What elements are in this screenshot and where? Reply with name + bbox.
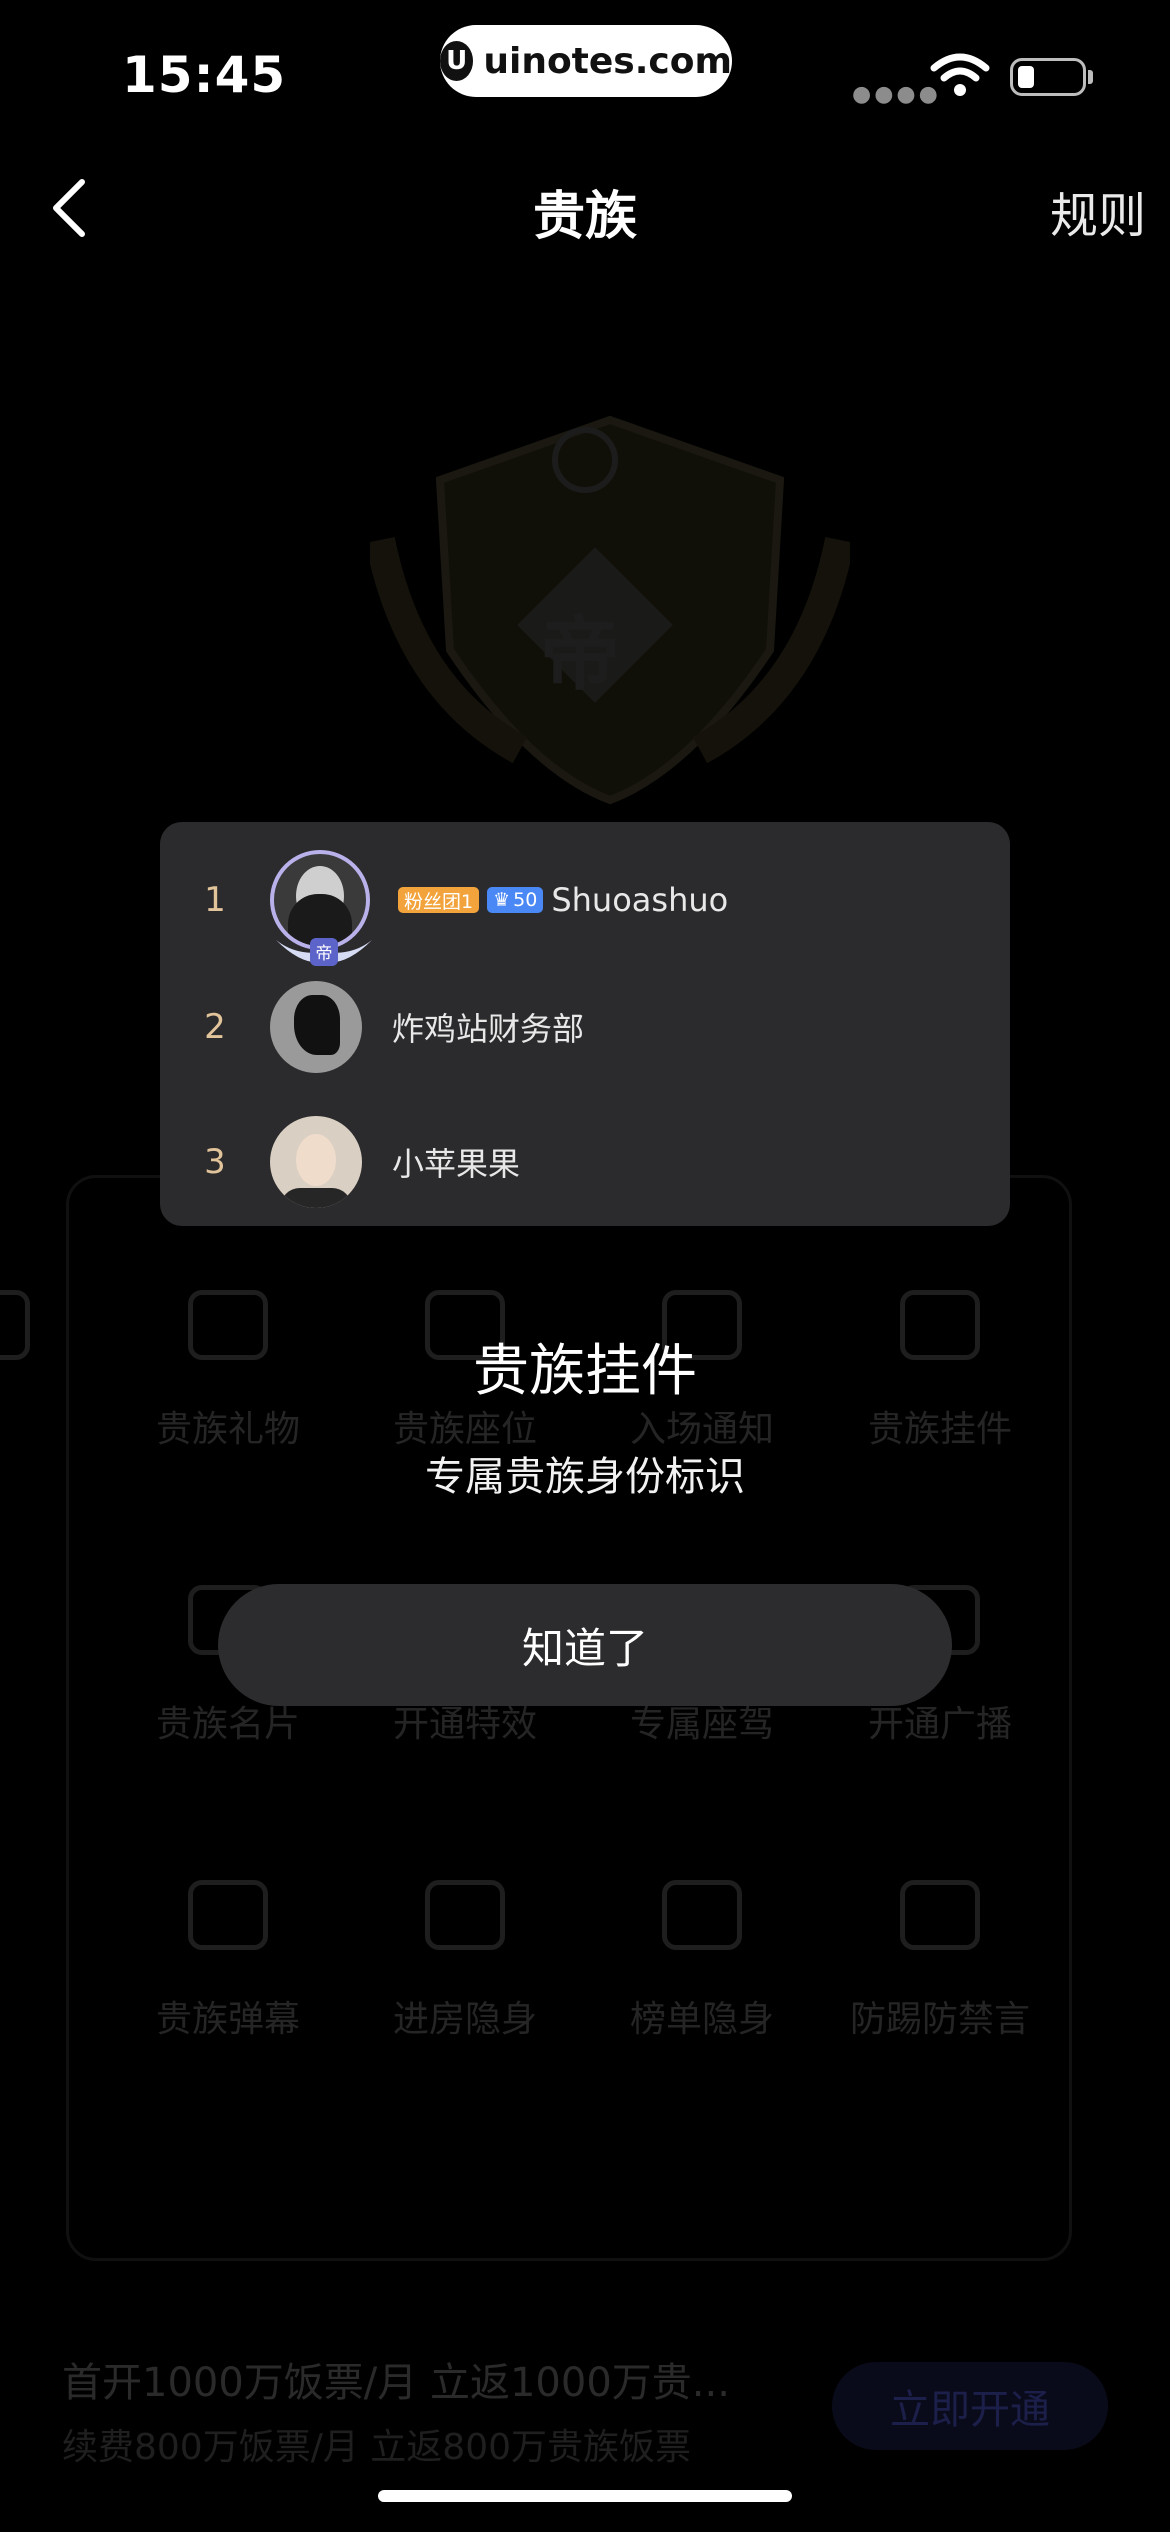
uinotes-logo-icon: U xyxy=(440,41,474,81)
rules-link[interactable]: 规则 xyxy=(1050,176,1146,246)
avatar xyxy=(270,1116,362,1208)
privilege-item[interactable]: 贵族弹幕 xyxy=(108,1880,348,2042)
noble-pendant-icon: 帝 xyxy=(272,932,376,968)
user-name: Shuoashuo xyxy=(551,881,729,919)
url-text: uinotes.com xyxy=(483,40,732,82)
status-time: 15:45 xyxy=(122,46,287,104)
promo-line-1: 首开1000万饭票/月 立返1000万贵... xyxy=(62,2360,730,2406)
promo-line-2: 续费800万饭票/月 立返800万贵族饭票 xyxy=(62,2427,691,2468)
url-pill: U uinotes.com xyxy=(440,25,732,97)
level-badge: ♛ 50 xyxy=(487,887,544,913)
rank-number: 1 xyxy=(204,880,226,920)
battery-icon xyxy=(1010,58,1086,96)
battery-tip xyxy=(1088,70,1093,84)
home-indicator[interactable] xyxy=(378,2490,792,2502)
fan-club-badge: 粉丝团1 xyxy=(398,887,480,913)
got-it-button[interactable]: 知道了 xyxy=(218,1584,952,1706)
pendant-preview-card: 1 粉丝团1 ♛ 50 Shuoashuo 帝 2 炸鸡站财务部 3 小苹果果 xyxy=(160,822,1010,1226)
ranking-row: 3 小苹果果 xyxy=(160,1102,1010,1222)
privilege-item[interactable]: 防踢防禁言 xyxy=(820,1880,1060,2042)
user-name: 小苹果果 xyxy=(392,1145,521,1183)
privilege-item[interactable]: 榜单隐身 xyxy=(582,1880,822,2042)
signal-icon: ●●●● xyxy=(852,82,941,107)
wifi-icon xyxy=(930,53,990,96)
modal-title: 贵族挂件 xyxy=(473,1339,697,1404)
svg-text:帝: 帝 xyxy=(316,944,333,964)
page-title: 贵族 xyxy=(532,187,637,247)
crest-char: 帝 xyxy=(540,608,620,701)
crown-icon: ♛ xyxy=(493,889,511,911)
avatar xyxy=(270,981,362,1073)
ranking-row: 2 炸鸡站财务部 xyxy=(160,967,1010,1087)
modal-subtitle: 专属贵族身份标识 xyxy=(425,1454,745,1500)
rank-number: 3 xyxy=(204,1142,226,1182)
user-name: 炸鸡站财务部 xyxy=(392,1010,585,1048)
privilege-item[interactable]: 进房隐身 xyxy=(345,1880,585,2042)
open-now-button[interactable]: 立即开通 xyxy=(832,2362,1108,2450)
user-info: 粉丝团1 ♛ 50 Shuoashuo xyxy=(398,881,728,919)
rank-number: 2 xyxy=(204,1007,226,1047)
